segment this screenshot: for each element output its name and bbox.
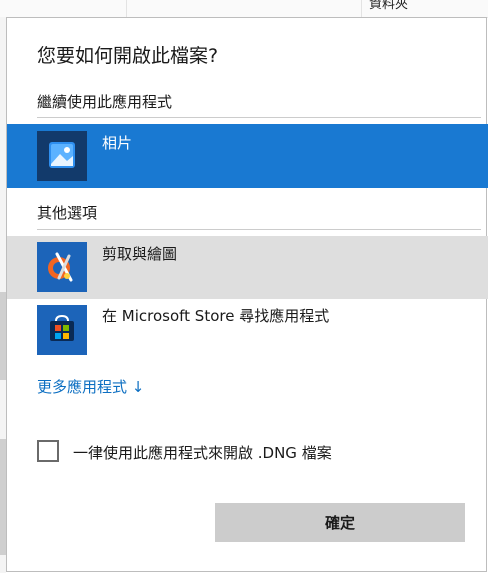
snip-sketch-icon: [37, 242, 87, 292]
store-icon: [37, 305, 87, 355]
always-use-checkbox[interactable]: [37, 440, 59, 462]
app-name-snip-sketch: 剪取與繪圖: [102, 245, 178, 263]
column-header-type[interactable]: 資料夾: [369, 0, 408, 12]
other-options-section-label: 其他選項: [37, 204, 98, 222]
column-divider: [361, 0, 362, 17]
more-apps-link[interactable]: 更多應用程式 ↓: [37, 376, 144, 397]
photos-icon: [37, 131, 87, 181]
app-option-store[interactable]: 在 Microsoft Store 尋找應用程式: [7, 299, 488, 362]
always-use-checkbox-label[interactable]: 一律使用此應用程式來開啟 .DNG 檔案: [73, 442, 332, 463]
app-option-photos[interactable]: 相片: [7, 124, 488, 188]
dialog-title: 您要如何開啟此檔案?: [37, 45, 219, 67]
current-app-section-label: 繼續使用此應用程式: [37, 93, 173, 111]
section-divider: [37, 117, 481, 118]
app-option-snip-sketch[interactable]: 剪取與繪圖: [7, 236, 488, 299]
column-divider: [126, 0, 127, 17]
explorer-header-row: [0, 0, 488, 18]
app-name-photos: 相片: [102, 134, 133, 152]
section-divider: [37, 229, 481, 230]
ok-button[interactable]: 確定: [215, 503, 465, 542]
open-with-dialog: 您要如何開啟此檔案? 繼續使用此應用程式 相片 其他選項 剪取與繪圖 在 Mic…: [6, 17, 488, 572]
app-name-store: 在 Microsoft Store 尋找應用程式: [102, 307, 330, 325]
